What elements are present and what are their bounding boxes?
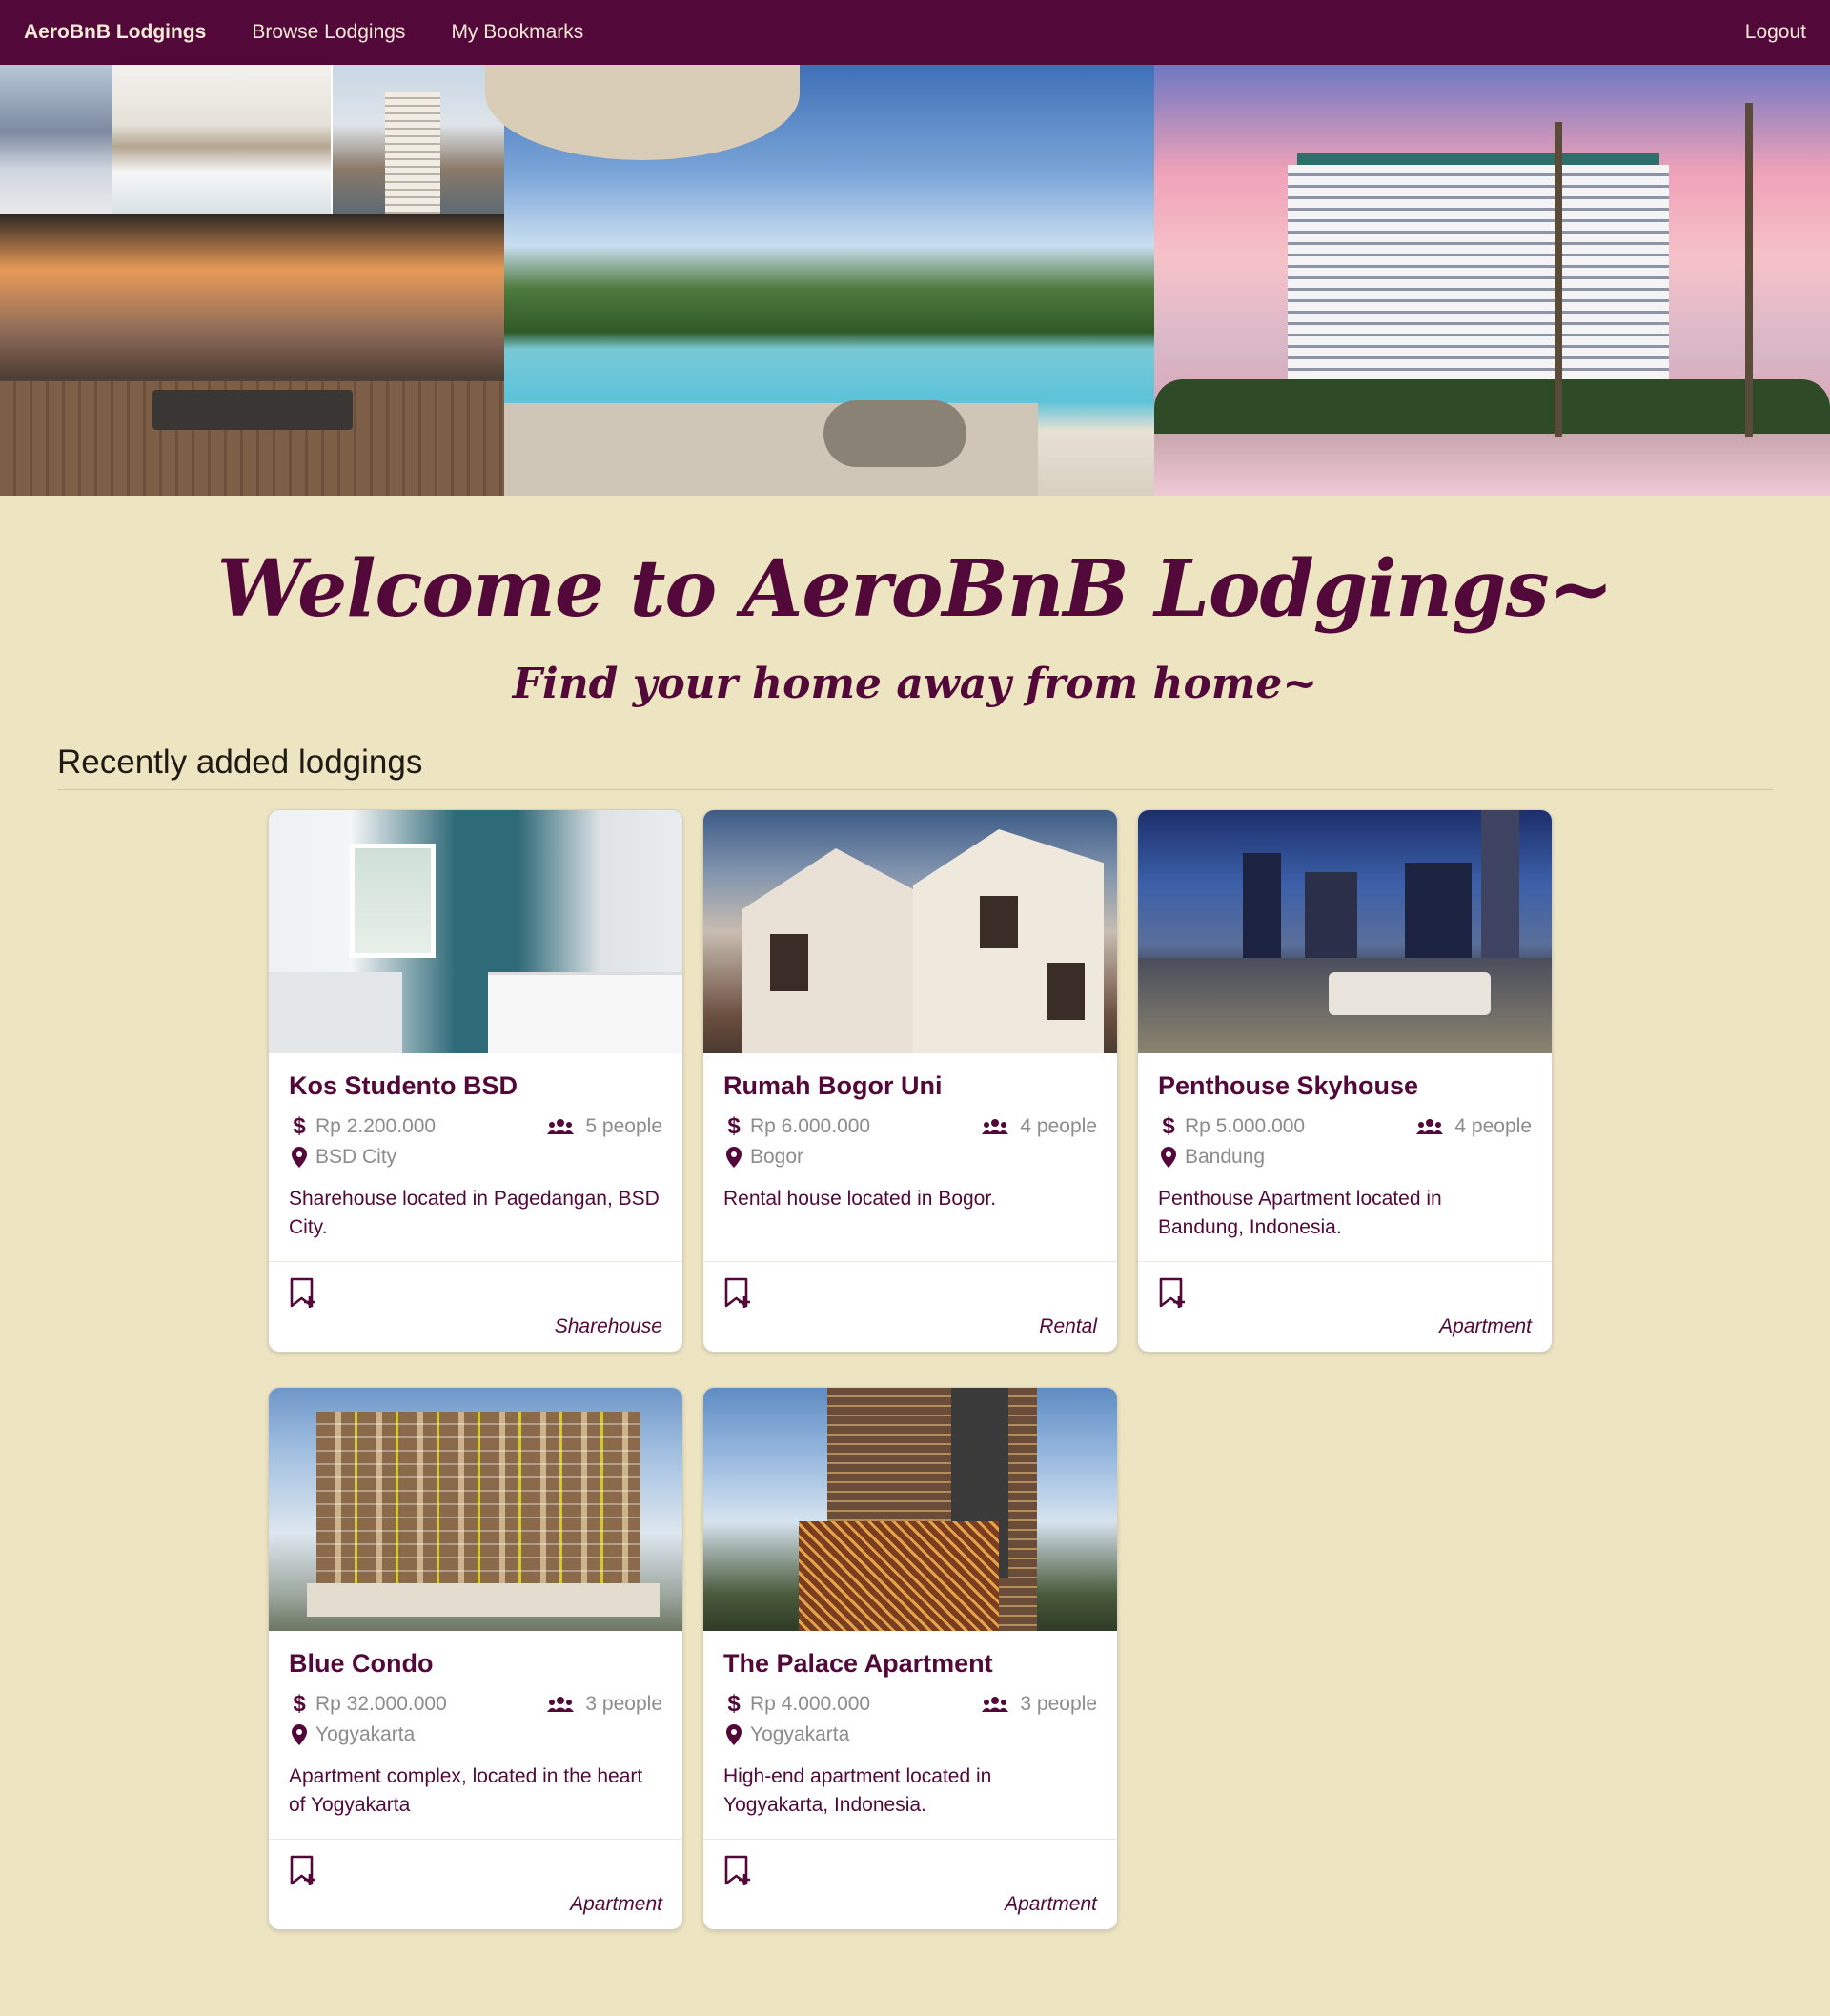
lodging-location: Bogor [750, 1146, 804, 1168]
hero-banner [0, 65, 1830, 496]
price-capacity-row: $ Rp 6.000.000 4 people [723, 1113, 1097, 1139]
card-footer: Apartment [703, 1840, 1117, 1929]
card-body: Rumah Bogor Uni $ Rp 6.000.000 4 people [703, 1053, 1117, 1262]
lodging-image[interactable] [703, 1388, 1117, 1631]
lodging-price: Rp 4.000.000 [750, 1693, 871, 1715]
lodging-category: Apartment [1439, 1315, 1532, 1337]
lodging-capacity: 5 people [585, 1115, 662, 1137]
welcome-title: Welcome to AeroBnB Lodgings~ [216, 543, 1614, 635]
map-pin-icon [1158, 1147, 1179, 1168]
dollar-icon: $ [1162, 1113, 1175, 1139]
nav-my-bookmarks[interactable]: My Bookmarks [451, 21, 583, 44]
hero-image-rooms-collage [0, 65, 504, 496]
bookmark-add-icon[interactable] [289, 1855, 317, 1887]
nav-browse-lodgings[interactable]: Browse Lodgings [252, 21, 405, 44]
lodging-description: Rental house located in Bogor. [723, 1188, 997, 1210]
location-row: Bogor [723, 1145, 1097, 1170]
card-footer: Apartment [1138, 1262, 1552, 1352]
location-row: BSD City [289, 1145, 662, 1170]
card-body: Penthouse Skyhouse $ Rp 5.000.000 4 peop… [1138, 1053, 1552, 1262]
card-footer: Sharehouse [269, 1262, 682, 1352]
map-pin-icon [723, 1724, 744, 1745]
lodging-capacity: 3 people [585, 1693, 662, 1715]
lodging-location: Yogyakarta [750, 1723, 850, 1745]
map-pin-icon [723, 1147, 744, 1168]
lodging-price: Rp 32.000.000 [315, 1693, 447, 1715]
map-pin-icon [289, 1147, 310, 1168]
lodging-name[interactable]: Rumah Bogor Uni [723, 1069, 1097, 1103]
lodging-description: High-end apartment located in Yogyakarta… [723, 1765, 992, 1816]
lodging-capacity: 4 people [1020, 1115, 1097, 1137]
lodging-card[interactable]: The Palace Apartment $ Rp 4.000.000 3 pe… [702, 1387, 1118, 1930]
dollar-icon: $ [727, 1691, 741, 1717]
lodging-image[interactable] [1138, 810, 1552, 1053]
navbar: AeroBnB Lodgings Browse Lodgings My Book… [0, 0, 1830, 65]
lodging-location: Bandung [1185, 1146, 1266, 1168]
lodging-name[interactable]: Blue Condo [289, 1646, 662, 1680]
lodging-name[interactable]: Kos Studento BSD [289, 1069, 662, 1103]
bookmark-add-icon[interactable] [723, 1277, 752, 1310]
bookmark-add-icon[interactable] [723, 1855, 752, 1887]
price-capacity-row: $ Rp 2.200.000 5 people [289, 1113, 662, 1139]
location-row: Yogyakarta [289, 1722, 662, 1747]
dollar-icon: $ [293, 1691, 306, 1717]
bookmark-add-icon[interactable] [1158, 1277, 1187, 1310]
hero-image-resort-pool [485, 65, 1154, 496]
logout-link[interactable]: Logout [1745, 21, 1806, 44]
people-icon [982, 1118, 1009, 1135]
section-heading: Recently added lodgings [57, 743, 1773, 790]
lodging-price: Rp 2.200.000 [315, 1115, 437, 1137]
lodging-image[interactable] [269, 1388, 682, 1631]
lodging-name[interactable]: The Palace Apartment [723, 1646, 1097, 1680]
lodging-description: Penthouse Apartment located in Bandung, … [1158, 1188, 1442, 1238]
lodging-location: Yogyakarta [315, 1723, 416, 1745]
price-capacity-row: $ Rp 4.000.000 3 people [723, 1691, 1097, 1717]
lodging-image[interactable] [269, 810, 682, 1053]
map-pin-icon [289, 1724, 310, 1745]
bookmark-add-icon[interactable] [289, 1277, 317, 1310]
lodging-capacity: 4 people [1454, 1115, 1532, 1137]
card-footer: Rental [703, 1262, 1117, 1352]
lodging-category: Apartment [570, 1893, 662, 1915]
lodging-category: Rental [1039, 1315, 1097, 1337]
people-icon [982, 1696, 1009, 1713]
welcome-tagline: Find your home away from home~ [512, 660, 1318, 708]
lodging-capacity: 3 people [1020, 1693, 1097, 1715]
location-row: Bandung [1158, 1145, 1532, 1170]
brand-link[interactable]: AeroBnB Lodgings [24, 21, 206, 44]
price-capacity-row: $ Rp 5.000.000 4 people [1158, 1113, 1532, 1139]
dollar-icon: $ [727, 1113, 741, 1139]
lodging-card[interactable]: Penthouse Skyhouse $ Rp 5.000.000 4 peop… [1137, 809, 1553, 1353]
lodging-location: BSD City [315, 1146, 397, 1168]
location-row: Yogyakarta [723, 1722, 1097, 1747]
hero-image-beachfront-hotel [1154, 65, 1830, 496]
people-icon [1416, 1118, 1444, 1135]
lodging-description: Apartment complex, located in the heart … [289, 1765, 643, 1816]
lodging-card[interactable]: Kos Studento BSD $ Rp 2.200.000 5 people [268, 809, 683, 1353]
lodging-name[interactable]: Penthouse Skyhouse [1158, 1069, 1532, 1103]
lodging-card[interactable]: Blue Condo $ Rp 32.000.000 3 people Yogy… [268, 1387, 683, 1930]
lodging-card[interactable]: Rumah Bogor Uni $ Rp 6.000.000 4 people [702, 809, 1118, 1353]
lodging-price: Rp 6.000.000 [750, 1115, 871, 1137]
people-icon [547, 1118, 575, 1135]
lodging-price: Rp 5.000.000 [1185, 1115, 1306, 1137]
lodging-category: Sharehouse [554, 1315, 662, 1337]
card-body: The Palace Apartment $ Rp 4.000.000 3 pe… [703, 1631, 1117, 1840]
card-body: Kos Studento BSD $ Rp 2.200.000 5 people [269, 1053, 682, 1262]
lodging-description: Sharehouse located in Pagedangan, BSD Ci… [289, 1188, 660, 1238]
card-body: Blue Condo $ Rp 32.000.000 3 people Yogy… [269, 1631, 682, 1840]
people-icon [547, 1696, 575, 1713]
price-capacity-row: $ Rp 32.000.000 3 people [289, 1691, 662, 1717]
lodging-category: Apartment [1005, 1893, 1097, 1915]
card-footer: Apartment [269, 1840, 682, 1929]
lodging-image[interactable] [703, 810, 1117, 1053]
dollar-icon: $ [293, 1113, 306, 1139]
